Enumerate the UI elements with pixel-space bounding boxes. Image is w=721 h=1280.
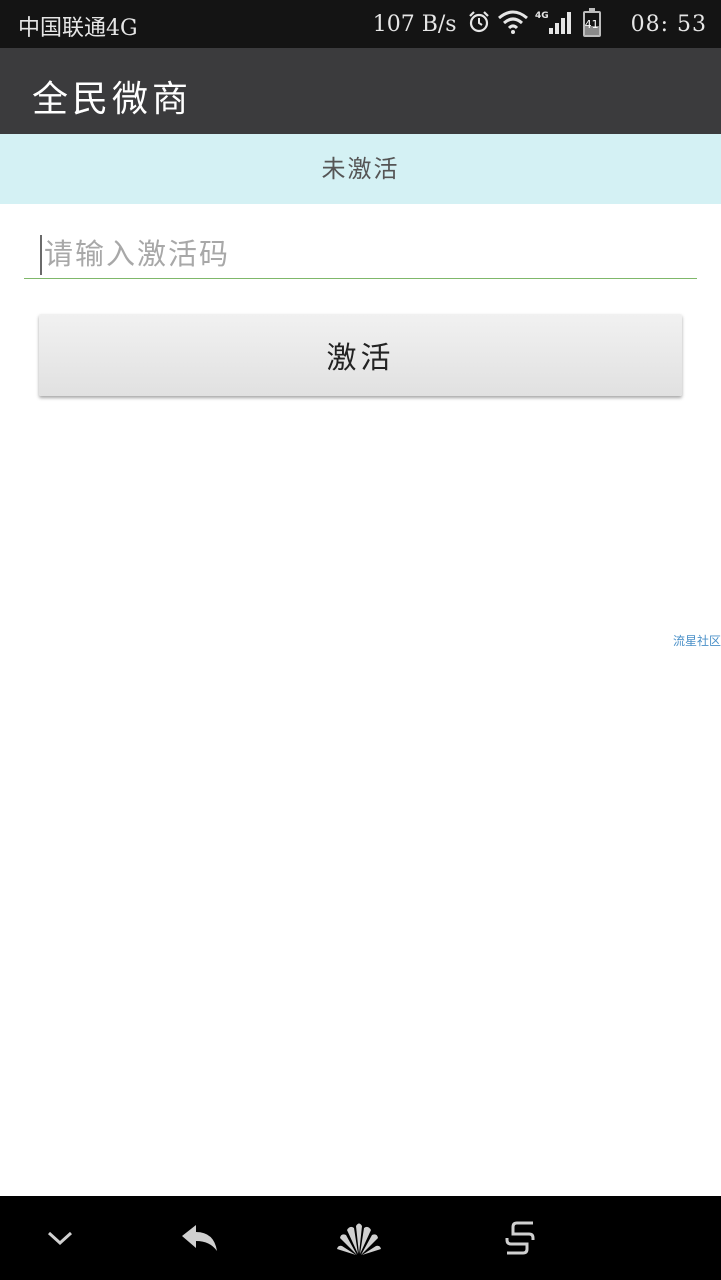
svg-text:4G: 4G [535, 11, 549, 21]
status-bar: 中国联通4G 107 B/s 4G 41 08: 53 [0, 0, 721, 48]
activation-code-field [24, 232, 697, 279]
back-icon[interactable] [176, 1214, 224, 1262]
app-bar: 全民微商 [0, 48, 721, 134]
clock: 08: 53 [630, 11, 707, 37]
alarm-icon [467, 10, 491, 38]
recent-apps-icon[interactable] [496, 1214, 544, 1262]
network-speed: 107 B/s [372, 11, 457, 37]
activation-code-input[interactable] [40, 232, 680, 276]
activation-status-banner: 未激活 [0, 134, 721, 204]
watermark-text: 流星社区 [672, 634, 721, 648]
signal-4g-icon: 4G [535, 9, 575, 39]
screen: 中国联通4G 107 B/s 4G 41 08: 53 全民微商 未激活 请输入… [0, 0, 721, 1280]
huawei-logo-icon[interactable] [335, 1214, 383, 1262]
battery-icon: 41 [582, 8, 601, 37]
battery-level: 41 [584, 18, 599, 31]
text-cursor [40, 235, 42, 275]
wifi-icon [497, 10, 529, 38]
navigation-bar [0, 1196, 721, 1280]
chevron-down-icon[interactable] [36, 1214, 84, 1262]
carrier-label: 中国联通4G [18, 16, 138, 41]
app-title: 全民微商 [32, 79, 193, 120]
activate-button[interactable]: 激活 [39, 314, 682, 396]
status-icons: 107 B/s 4G 41 08: 53 [373, 8, 707, 40]
